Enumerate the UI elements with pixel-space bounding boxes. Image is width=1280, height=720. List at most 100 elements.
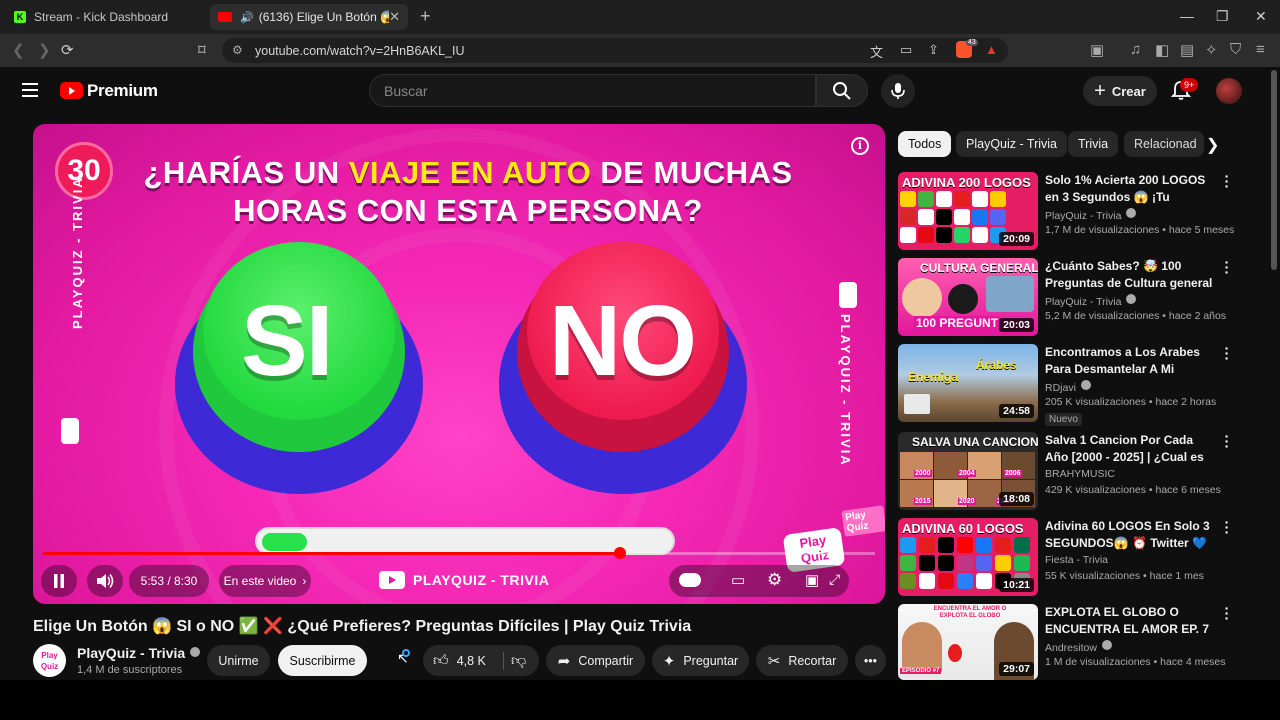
chip-playquiz-trivia[interactable]: PlayQuiz - Trivia (956, 131, 1067, 157)
more-vertical-icon[interactable]: · · · (1224, 169, 1230, 193)
recommended-title[interactable]: Salva 1 Cancion Por Cada Año [2000 - 202… (1045, 432, 1215, 466)
ask-button[interactable]: ✦ Preguntar (652, 645, 749, 676)
pause-button[interactable] (41, 565, 77, 597)
split-view-icon[interactable]: ◧ (1155, 41, 1169, 59)
browser-menu-icon[interactable]: ≡ (1256, 41, 1265, 58)
premium-logo-text[interactable]: Premium (87, 81, 158, 101)
thumbnail-helmet (948, 284, 978, 314)
recommended-title[interactable]: EXPLOTA EL GLOBO O ENCUENTRA EL AMOR EP.… (1045, 604, 1215, 638)
browser-toolbar: ❮ ❯ ⟳ ⌑ ⚙ youtube.com/watch?v=2HnB6AKL_I… (0, 34, 1280, 67)
youtube-logo-icon[interactable] (60, 82, 83, 99)
reload-icon[interactable]: ⟳ (61, 41, 74, 59)
recommended-title[interactable]: Solo 1% Acierta 200 LOGOS en 3 Segundos … (1045, 172, 1215, 206)
join-button[interactable]: Unirme (207, 645, 270, 676)
recommended-channel[interactable]: PlayQuiz - Trivia (1045, 208, 1137, 222)
more-vertical-icon[interactable]: · · · (1224, 601, 1230, 625)
volume-button[interactable] (87, 565, 123, 597)
recommended-channel[interactable]: Fiesta - Trivia (1045, 554, 1108, 566)
close-window-icon[interactable]: ✕ (1255, 8, 1267, 25)
video-thumbnail[interactable]: ADIVINA 60 LOGOS 10:21 (898, 518, 1038, 596)
chip-todos[interactable]: Todos (898, 131, 952, 157)
chapters-button[interactable]: En este video › (219, 565, 311, 597)
bookmark-icon[interactable]: ⌑ (198, 41, 206, 59)
verified-icon (1080, 380, 1091, 390)
recommended-video[interactable]: SALVA UNA CANCION 2000 2004 2006 2015 20… (898, 429, 1268, 512)
recommended-channel[interactable]: BRAHYMUSIC (1045, 468, 1115, 480)
subscribe-button[interactable]: Suscribirme (278, 645, 367, 676)
search-button[interactable] (816, 74, 868, 107)
menu-icon[interactable] (22, 83, 38, 97)
restore-icon[interactable]: ❐ (1216, 8, 1229, 25)
info-icon[interactable]: i (851, 137, 869, 155)
dislike-icon[interactable]: 👎︎ (511, 652, 526, 670)
settings-gear-icon[interactable]: ⚙ (767, 570, 782, 590)
translate-icon[interactable]: 文 (870, 42, 883, 61)
minimize-icon[interactable]: — (1180, 8, 1194, 24)
recommended-channel[interactable]: RDjavi (1045, 380, 1091, 394)
like-dislike-group: 👍︎ 4,8 K 👎︎ (423, 645, 539, 676)
time-text: 5:53 / 8:30 (140, 574, 198, 588)
vpn-icon[interactable]: ⛉ (1230, 41, 1241, 58)
more-vertical-icon[interactable]: · · · (1224, 255, 1230, 279)
forward-icon[interactable]: ❯ (38, 41, 51, 59)
close-tab-icon[interactable]: ✕ (389, 9, 400, 25)
chevron-right-icon[interactable]: ❯ (1206, 135, 1219, 155)
autoplay-toggle[interactable] (679, 573, 701, 587)
fullscreen-icon[interactable]: ⤢ (829, 571, 840, 588)
user-avatar[interactable] (1216, 78, 1242, 104)
more-vertical-icon[interactable]: · · · (1224, 341, 1230, 365)
video-thumbnail[interactable]: ENCUENTRA EL AMOR O EXPLOTA EL GLOBO EPI… (898, 604, 1038, 680)
video-player[interactable]: 30 ¿HARÍAS UN VIAJE EN AUTO DE MUCHAS HO… (33, 124, 885, 604)
clip-button[interactable]: ✂ Recortar (756, 645, 848, 676)
chip-trivia[interactable]: Trivia (1068, 131, 1119, 157)
recommended-video[interactable]: ADIVINA 60 LOGOS 10:21 Adivina 60 LOGOS … (898, 515, 1268, 598)
recommended-video[interactable]: ADIVINA 200 LOGOS 20:09 Solo 1% Acierta … (898, 169, 1268, 252)
share-button[interactable]: ➦ Compartir (546, 645, 645, 676)
cast-icon[interactable]: ▭ (900, 42, 912, 58)
recommended-video[interactable]: Enemiga Árabes 24:58 Encontramos a Los A… (898, 341, 1268, 426)
more-actions-button[interactable]: ••• (855, 645, 886, 676)
sidebar-panel-icon[interactable]: ▣ (1090, 41, 1104, 59)
recommended-video[interactable]: CULTURA GENERAL 100 PREGUNT 20:03 ¿Cuánt… (898, 255, 1268, 338)
seek-bar[interactable] (43, 547, 875, 559)
subtitles-icon[interactable]: ▭ (731, 571, 745, 589)
new-tab-icon[interactable]: + (420, 6, 431, 27)
video-thumbnail[interactable]: ADIVINA 200 LOGOS 20:09 (898, 172, 1038, 250)
seek-handle[interactable] (613, 547, 626, 559)
brave-rewards-icon[interactable]: ▲ (985, 42, 998, 57)
recommended-video[interactable]: ENCUENTRA EL AMOR O EXPLOTA EL GLOBO EPI… (898, 601, 1268, 680)
recommended-channel[interactable]: Andresitow (1045, 640, 1112, 654)
notifications-badge: 9+ (1180, 78, 1199, 92)
page-scrollbar[interactable] (1271, 70, 1277, 270)
more-vertical-icon[interactable]: · · · (1224, 515, 1230, 539)
tab-youtube-video[interactable]: 🔊 (6136) Elige Un Botón 😱 SI o ✕ (210, 4, 408, 30)
video-thumbnail[interactable]: SALVA UNA CANCION 2000 2004 2006 2015 20… (898, 432, 1038, 510)
tab-kick-dashboard[interactable]: K Stream - Kick Dashboard (6, 4, 206, 30)
share-page-icon[interactable]: ⇪ (928, 42, 939, 58)
video-thumbnail[interactable]: CULTURA GENERAL 100 PREGUNT 20:03 (898, 258, 1038, 336)
chip-relacionados[interactable]: Relacionad (1124, 131, 1204, 157)
address-bar[interactable]: ⚙ youtube.com/watch?v=2HnB6AKL_IU 文 ▭ ⇪ … (222, 38, 1008, 63)
channel-name[interactable]: PlayQuiz - Trivia (77, 645, 201, 661)
like-count[interactable]: 4,8 K (457, 654, 486, 668)
create-button[interactable]: + Crear (1083, 76, 1157, 106)
media-icon[interactable]: ♫ (1130, 41, 1141, 58)
leo-ai-icon[interactable]: ✧ (1205, 41, 1218, 59)
voice-search-button[interactable] (881, 74, 915, 108)
like-icon[interactable]: 👍︎ (433, 652, 449, 670)
wallet-icon[interactable]: ▤ (1180, 41, 1194, 59)
create-label: Crear (1111, 83, 1146, 99)
more-vertical-icon[interactable]: · · · (1224, 429, 1230, 453)
channel-avatar[interactable]: Play Quiz (33, 644, 66, 677)
site-settings-icon[interactable]: ⚙ (232, 43, 243, 57)
recommended-title[interactable]: ¿Cuánto Sabes? 🤯 100 Preguntas de Cultur… (1045, 258, 1215, 292)
recommended-title[interactable]: Encontramos a Los Arabes Para Desmantela… (1045, 344, 1215, 378)
recommended-title[interactable]: Adivina 60 LOGOS En Solo 3 SEGUNDOS😱 ⏰ T… (1045, 518, 1215, 552)
recommended-channel[interactable]: PlayQuiz - Trivia (1045, 294, 1137, 308)
video-thumbnail[interactable]: Enemiga Árabes 24:58 (898, 344, 1038, 422)
channel-watermark[interactable]: PLAYQUIZ - TRIVIA (379, 571, 549, 589)
search-input[interactable]: Buscar (369, 74, 816, 107)
back-icon[interactable]: ❮ (12, 41, 25, 59)
logo-grid (900, 191, 1008, 243)
miniplayer-icon[interactable]: ▣ (805, 571, 819, 589)
